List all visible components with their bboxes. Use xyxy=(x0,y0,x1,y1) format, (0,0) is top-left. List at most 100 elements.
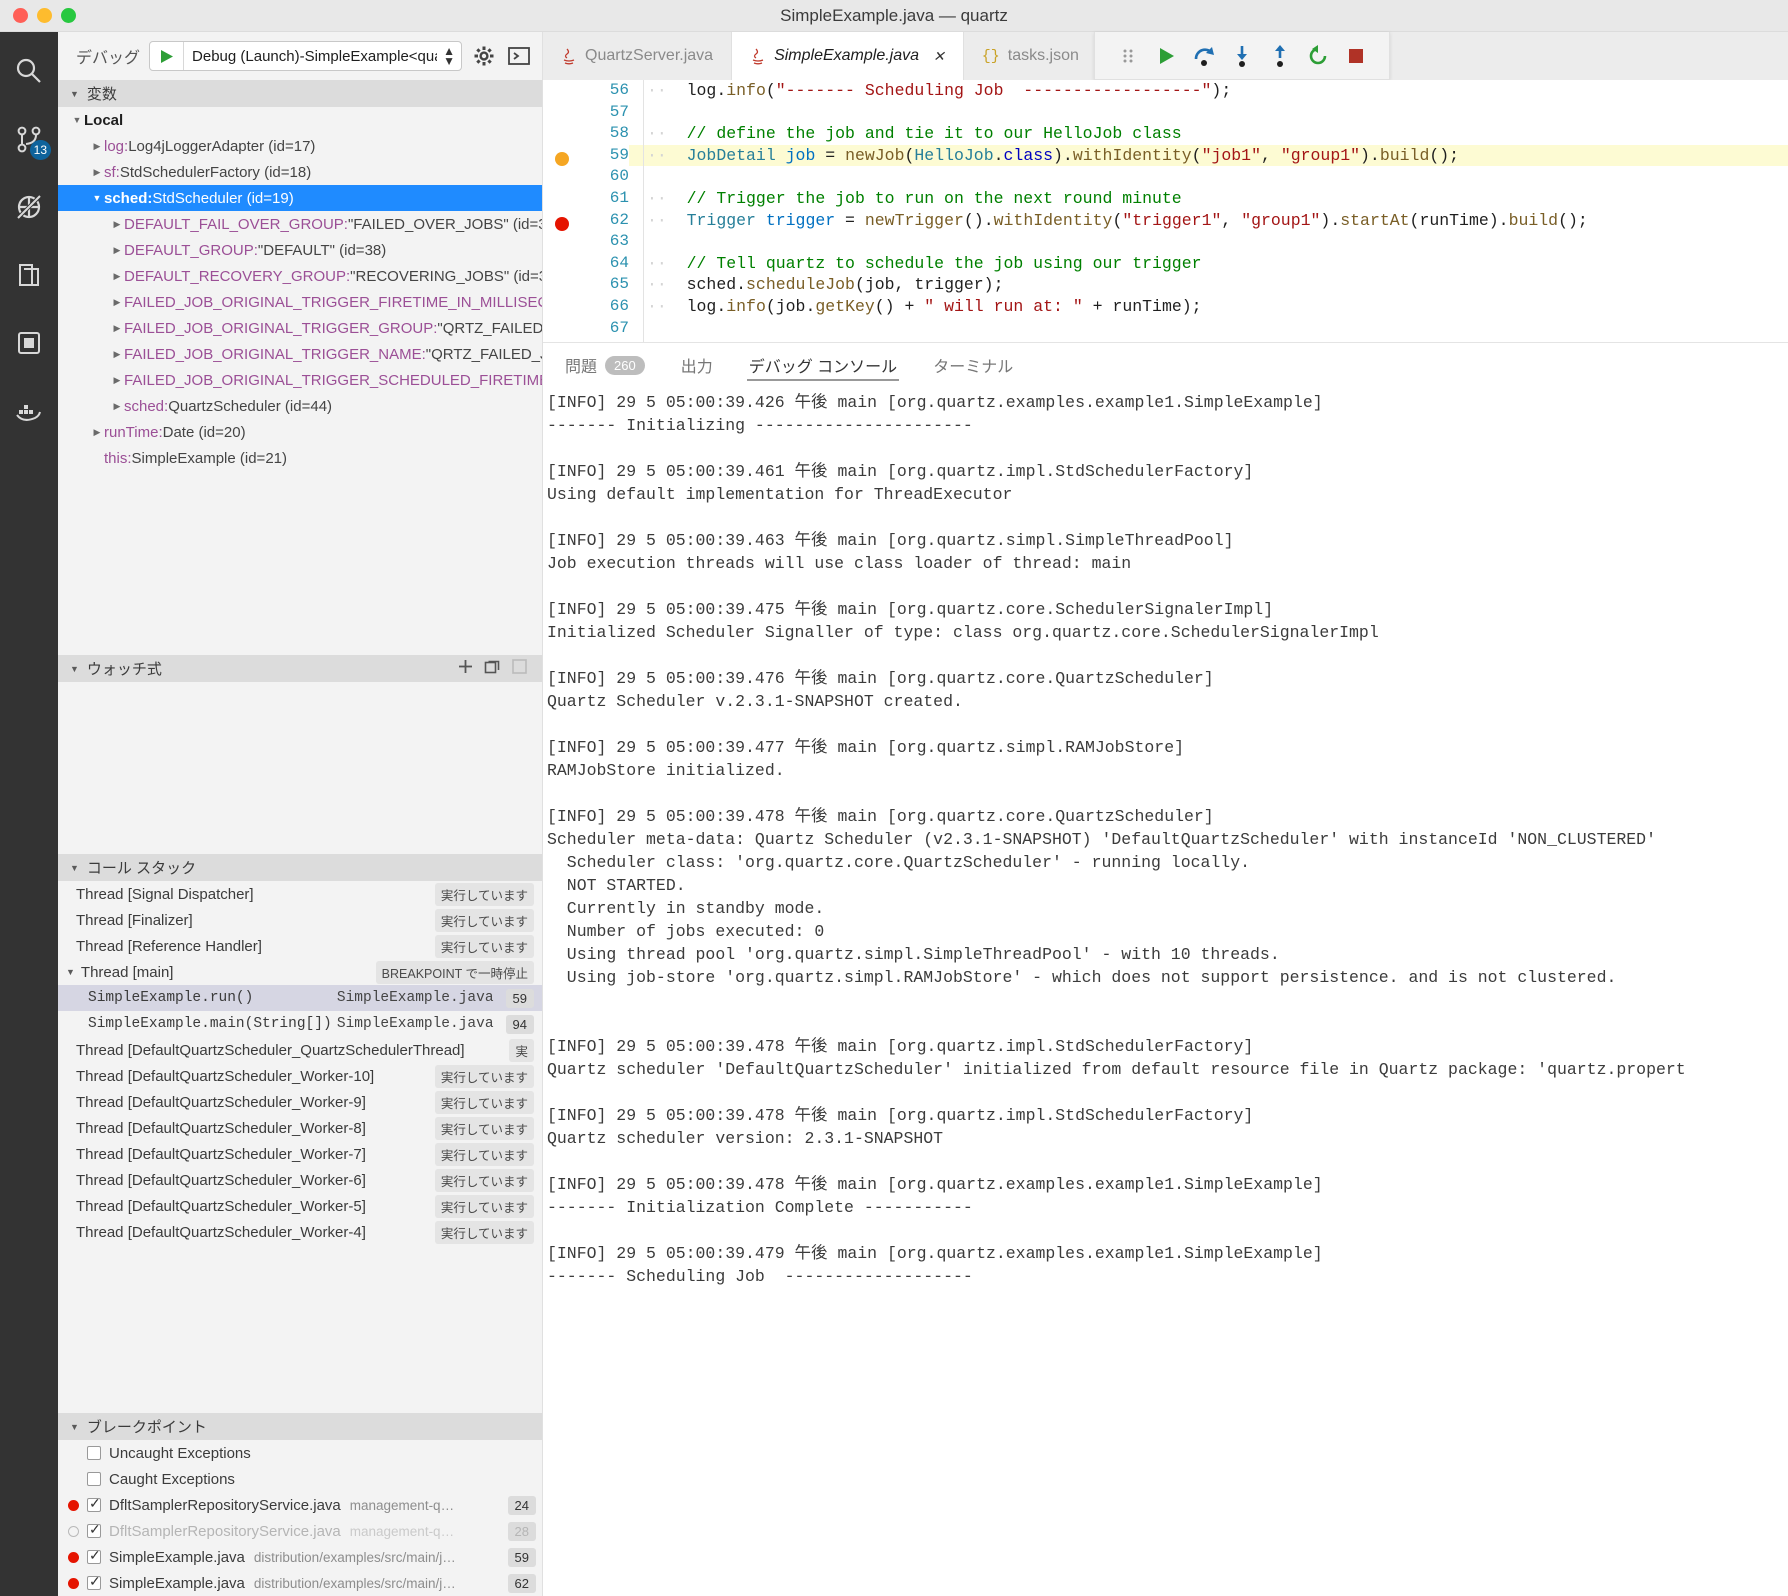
panel-tab[interactable]: デバッグ コンソール xyxy=(731,343,915,387)
extensions-icon[interactable] xyxy=(8,254,50,296)
breakpoint-row[interactable]: DfltSamplerRepositoryService.java managem… xyxy=(58,1518,542,1544)
watch-expressions-list[interactable] xyxy=(58,682,542,854)
callstack-thread-row[interactable]: Thread [DefaultQuartzScheduler_Worker-8]… xyxy=(58,1115,542,1141)
variable-row[interactable]: ▼ sched: StdScheduler (id=19) xyxy=(58,185,542,211)
chevron-right-icon[interactable]: ▶ xyxy=(90,427,104,438)
variables-tree[interactable]: ▼ Local ▶ log: Log4jLoggerAdapter (id=17) ▶ s… xyxy=(58,107,542,655)
chevron-right-icon[interactable]: ▶ xyxy=(110,323,124,334)
callstack-list[interactable]: Thread [Signal Dispatcher] 実行しています Thread … xyxy=(58,881,542,1413)
breakpoint-dot-icon[interactable] xyxy=(68,1525,79,1537)
chevron-down-icon[interactable]: ▼ xyxy=(90,193,104,203)
step-out-icon[interactable] xyxy=(1261,37,1299,75)
variable-row[interactable]: ▶ log: Log4jLoggerAdapter (id=17) xyxy=(58,133,542,159)
callstack-thread-row[interactable]: Thread [DefaultQuartzScheduler_Worker-10… xyxy=(58,1063,542,1089)
breakpoint-checkbox[interactable] xyxy=(87,1547,101,1564)
callstack-thread-row[interactable]: Thread [DefaultQuartzScheduler_Worker-9]… xyxy=(58,1089,542,1115)
chevron-down-icon[interactable]: ▼ xyxy=(58,967,75,977)
close-icon[interactable]: ✕ xyxy=(933,48,945,65)
chevron-right-icon[interactable]: ▶ xyxy=(110,297,124,308)
callstack-thread-row[interactable]: ▼ Thread [main] BREAKPOINT で一時停止 xyxy=(58,959,542,985)
chevron-right-icon[interactable]: ▶ xyxy=(110,401,124,412)
step-into-icon[interactable] xyxy=(1223,37,1261,75)
callstack-thread-row[interactable]: Thread [Finalizer] 実行しています xyxy=(58,907,542,933)
breakpoint-checkbox[interactable] xyxy=(87,1472,101,1486)
step-over-icon[interactable] xyxy=(1185,37,1223,75)
breakpoints-section-header[interactable]: ▼ ブレークポイント xyxy=(58,1413,542,1440)
breakpoint-row[interactable]: Uncaught Exceptions xyxy=(58,1440,542,1466)
callstack-thread-row[interactable]: Thread [Signal Dispatcher] 実行しています xyxy=(58,881,542,907)
search-icon[interactable] xyxy=(8,50,50,92)
breakpoint-checkbox[interactable] xyxy=(87,1521,101,1538)
panel-tab[interactable]: ターミナル xyxy=(915,343,1031,387)
chevron-right-icon[interactable]: ▶ xyxy=(110,375,124,386)
debug-console-output[interactable]: [INFO] 29 5 05:00:39.426 午後 main [org.qu… xyxy=(543,387,1788,1596)
drag-handle-icon[interactable] xyxy=(1109,37,1147,75)
variable-row[interactable]: ▶ runTime: Date (id=20) xyxy=(58,419,542,445)
variable-row[interactable]: ▶ DEFAULT_FAIL_OVER_GROUP: "FAILED_OVER_J… xyxy=(58,211,542,237)
callstack-thread-row[interactable]: Thread [DefaultQuartzScheduler_Worker-6]… xyxy=(58,1167,542,1193)
code-line[interactable]: ·· // Trigger the job to run on the next… xyxy=(629,188,1788,210)
chevron-right-icon[interactable]: ▶ xyxy=(90,141,104,152)
code-line[interactable]: ·· Trigger trigger = newTrigger().withId… xyxy=(629,210,1788,232)
breakpoints-list[interactable]: Uncaught Exceptions Caught Exceptions Dflt… xyxy=(58,1440,542,1596)
remove-all-icon[interactable] xyxy=(511,658,528,679)
chevron-right-icon[interactable]: ▶ xyxy=(110,245,124,256)
variable-row[interactable]: ▶ FAILED_JOB_ORIGINAL_TRIGGER_GROUP: "QRT… xyxy=(58,315,542,341)
breakpoint-checkbox[interactable] xyxy=(87,1495,101,1512)
callstack-thread-row[interactable]: Thread [DefaultQuartzScheduler_Worker-5]… xyxy=(58,1193,542,1219)
debug-icon[interactable] xyxy=(8,186,50,228)
breakpoint-row[interactable]: Caught Exceptions xyxy=(58,1466,542,1492)
variable-row[interactable]: ▶ sched: QuartzScheduler (id=44) xyxy=(58,393,542,419)
chevron-right-icon[interactable]: ▶ xyxy=(110,219,124,230)
variable-row[interactable]: ▶ FAILED_JOB_ORIGINAL_TRIGGER_FIRETIME_IN… xyxy=(58,289,542,315)
callstack-frame-row[interactable]: SimpleExample.run() SimpleExample.java 59 xyxy=(58,985,542,1011)
breakpoint-dot-icon[interactable] xyxy=(68,1551,79,1563)
variable-row[interactable]: ▶ sf: StdSchedulerFactory (id=18) xyxy=(58,159,542,185)
code-line[interactable] xyxy=(629,231,1788,253)
variable-row[interactable]: ▶ DEFAULT_RECOVERY_GROUP: "RECOVERING_JOB… xyxy=(58,263,542,289)
continue-icon[interactable] xyxy=(1147,37,1185,75)
code-line[interactable]: ·· log.info("------- Scheduling Job ----… xyxy=(629,80,1788,102)
chevron-updown-icon[interactable]: ▲ ▼ xyxy=(437,45,461,67)
code-line[interactable] xyxy=(629,318,1788,340)
collapse-all-icon[interactable] xyxy=(484,658,501,679)
chevron-right-icon[interactable]: ▶ xyxy=(110,271,124,282)
code-line[interactable]: ·· // Tell quartz to schedule the job us… xyxy=(629,253,1788,275)
panel-tab[interactable]: 問題 260 xyxy=(547,343,663,387)
breakpoint-checkbox[interactable] xyxy=(87,1446,101,1460)
chevron-down-icon[interactable]: ▼ xyxy=(70,115,84,125)
breakpoint-glyph-icon[interactable] xyxy=(555,216,569,231)
breakpoint-checkbox[interactable] xyxy=(87,1573,101,1590)
restart-icon[interactable] xyxy=(1299,37,1337,75)
stop-icon[interactable] xyxy=(1337,37,1375,75)
current-breakpoint-glyph-icon[interactable] xyxy=(555,151,569,166)
code-line[interactable]: ·· // define the job and tie it to our H… xyxy=(629,123,1788,145)
editor-tab-tasksjson[interactable]: {} tasks.json xyxy=(963,32,1098,80)
open-console-icon[interactable] xyxy=(506,43,532,69)
java-projects-icon[interactable] xyxy=(8,322,50,364)
variable-row[interactable]: ▶ DEFAULT_GROUP: "DEFAULT" (id=38) xyxy=(58,237,542,263)
breakpoint-dot-icon[interactable] xyxy=(68,1499,79,1511)
code-line[interactable]: ·· sched.scheduleJob(job, trigger); xyxy=(629,274,1788,296)
docker-icon[interactable] xyxy=(8,390,50,432)
code-line[interactable]: ·· JobDetail job = newJob(HelloJob.class… xyxy=(629,144,1788,167)
chevron-right-icon[interactable]: ▶ xyxy=(110,349,124,360)
launch-configuration-select[interactable]: Debug (Launch)-SimpleExample<quartz ▲ ▼ xyxy=(149,41,462,71)
code-content[interactable]: ·· log.info("------- Scheduling Job ----… xyxy=(629,80,1788,342)
add-icon[interactable] xyxy=(457,658,474,679)
editor-tab-simpleexample[interactable]: SimpleExample.java ✕ xyxy=(732,32,964,80)
callstack-thread-row[interactable]: Thread [Reference Handler] 実行しています xyxy=(58,933,542,959)
variable-row[interactable]: ▼ Local xyxy=(58,107,542,133)
variable-row[interactable]: ▶ FAILED_JOB_ORIGINAL_TRIGGER_SCHEDULED_F… xyxy=(58,367,542,393)
chevron-right-icon[interactable]: ▶ xyxy=(90,167,104,178)
variables-section-header[interactable]: ▼ 変数 xyxy=(58,80,542,107)
watch-section-header[interactable]: ▼ ウォッチ式 xyxy=(58,655,542,682)
callstack-thread-row[interactable]: Thread [DefaultQuartzScheduler_Worker-4]… xyxy=(58,1219,542,1245)
code-line[interactable] xyxy=(629,102,1788,124)
code-editor[interactable]: 56 57 58 59 60 61 62 63 64 65 66 67 ·· log.info("--… xyxy=(543,80,1788,342)
code-line[interactable] xyxy=(629,166,1788,188)
editor-tab-quartzserver[interactable]: QuartzServer.java xyxy=(543,32,733,80)
breakpoint-row[interactable]: DfltSamplerRepositoryService.java managem… xyxy=(58,1492,542,1518)
variable-row[interactable]: ▶ FAILED_JOB_ORIGINAL_TRIGGER_NAME: "QRTZ… xyxy=(58,341,542,367)
callstack-thread-row[interactable]: Thread [DefaultQuartzScheduler_Worker-7]… xyxy=(58,1141,542,1167)
